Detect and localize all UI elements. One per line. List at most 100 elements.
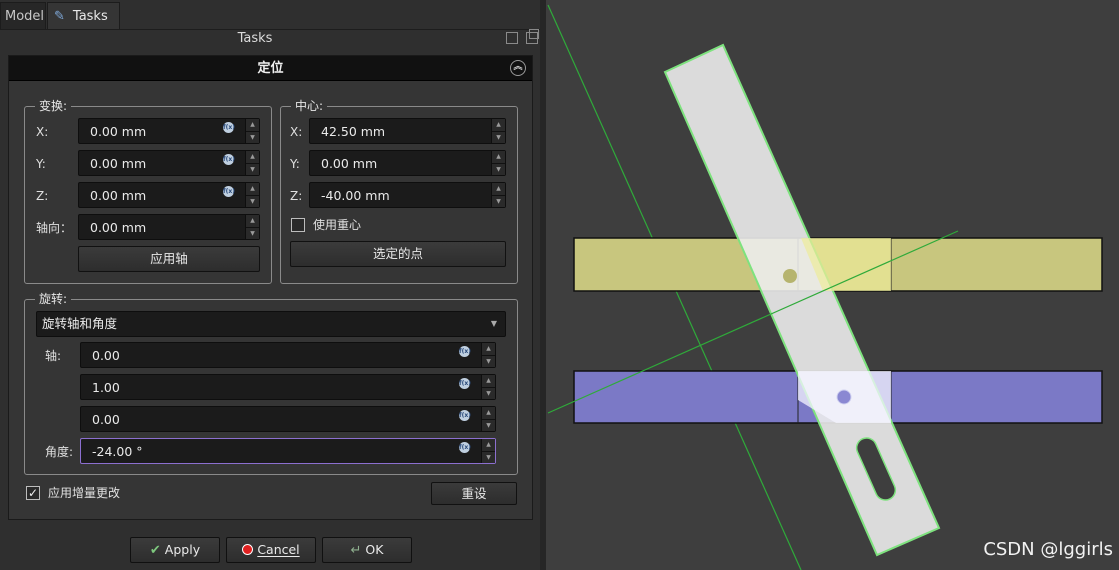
spin-up-icon[interactable]: ▲ <box>492 183 505 195</box>
apply-button-label: Apply <box>164 542 201 557</box>
spin-down-icon[interactable]: ▼ <box>492 195 505 207</box>
translation-z-label: Z: <box>36 189 49 203</box>
rotation-mode-value: 旋转轴和角度 <box>42 316 118 331</box>
center-marker <box>783 269 797 283</box>
expression-icon[interactable]: f(x) <box>223 122 235 133</box>
spin-up-icon[interactable]: ▲ <box>492 119 505 131</box>
spin-arrows[interactable]: ▲ ▼ <box>491 151 505 175</box>
axial-label: 轴向： <box>36 221 73 235</box>
expression-icon[interactable]: f(x) <box>459 442 471 453</box>
spin-arrows[interactable]: ▲ ▼ <box>481 375 495 399</box>
translation-x-label: X: <box>36 125 49 139</box>
expression-icon[interactable]: f(x) <box>459 346 471 357</box>
spin-arrows[interactable]: ▲ ▼ <box>481 343 495 367</box>
axis-z-input[interactable]: 0.00 f(x) ▲ ▼ <box>80 406 496 432</box>
apply-incremental-checkbox[interactable]: ✓ <box>26 486 40 500</box>
return-arrow-icon: ↵ <box>350 543 362 558</box>
spin-up-icon[interactable]: ▲ <box>482 407 495 419</box>
center-marker <box>836 389 852 405</box>
spin-down-icon[interactable]: ▼ <box>482 419 495 431</box>
window: Model ✎ Tasks Tasks 定位 ︽ 变换: X: 0.00 mm f… <box>0 0 1119 570</box>
translation-y-label: Y: <box>36 157 46 171</box>
stop-icon <box>242 544 254 555</box>
tab-tasks[interactable]: ✎ Tasks <box>47 2 120 29</box>
center-x-input[interactable]: 42.50 mm ▲ ▼ <box>309 118 506 144</box>
dialog-title: 定位 <box>257 61 284 76</box>
apply-button[interactable]: ✔ Apply <box>130 537 220 563</box>
spin-arrows[interactable]: ▲ ▼ <box>491 183 505 207</box>
spin-arrows[interactable]: ▲ ▼ <box>491 119 505 143</box>
translation-group-title: 变换: <box>35 99 72 113</box>
apply-incremental-label: 应用增量更改 <box>48 486 121 500</box>
tab-model[interactable]: Model <box>0 2 46 29</box>
spin-down-icon[interactable]: ▼ <box>482 355 495 367</box>
translation-z-input[interactable]: 0.00 mm f(x) ▲ ▼ <box>78 182 260 208</box>
float-panel-button[interactable] <box>506 32 518 44</box>
expression-icon[interactable]: f(x) <box>459 410 471 421</box>
angle-label: 角度: <box>45 445 74 459</box>
spin-up-icon[interactable]: ▲ <box>482 343 495 355</box>
spin-arrows[interactable]: ▲ ▼ <box>245 215 259 239</box>
axis-y-input[interactable]: 1.00 f(x) ▲ ▼ <box>80 374 496 400</box>
chevron-down-icon: ▼ <box>490 319 497 328</box>
center-x-label: X: <box>290 125 303 139</box>
spin-arrows[interactable]: ▲ ▼ <box>245 119 259 143</box>
rotation-group: 旋转: 旋转轴和角度 ▼ 轴: 0.00 f(x) ▲ ▼ 1.00 f(x) ▲… <box>24 292 518 475</box>
center-z-value: -40.00 mm <box>321 188 390 203</box>
ok-button[interactable]: ↵ OK <box>322 537 412 563</box>
spin-up-icon[interactable]: ▲ <box>246 215 259 227</box>
translation-y-input[interactable]: 0.00 mm f(x) ▲ ▼ <box>78 150 260 176</box>
translation-x-value: 0.00 mm <box>90 124 147 139</box>
checkmark-icon: ✔ <box>149 543 161 558</box>
selected-points-button[interactable]: 选定的点 <box>290 241 506 267</box>
scene-svg <box>547 4 1103 570</box>
axial-value: 0.00 mm <box>90 220 147 235</box>
undock-panel-button[interactable] <box>526 29 539 44</box>
collapse-icon[interactable]: ︽ <box>510 60 526 76</box>
center-y-input[interactable]: 0.00 mm ▲ ▼ <box>309 150 506 176</box>
use-center-of-mass-checkbox[interactable] <box>291 218 305 232</box>
spin-down-icon[interactable]: ▼ <box>482 451 495 463</box>
spin-arrows[interactable]: ▲ ▼ <box>481 439 495 463</box>
spin-arrows[interactable]: ▲ ▼ <box>245 183 259 207</box>
apply-axial-button[interactable]: 应用轴 <box>78 246 260 272</box>
axis-z-value: 0.00 <box>92 412 120 427</box>
3d-viewport[interactable]: CSDN @lggirls <box>546 0 1119 570</box>
translation-group: 变换: X: 0.00 mm f(x) ▲ ▼ Y: 0.00 mm f(x) ▲… <box>24 99 272 284</box>
spin-down-icon[interactable]: ▼ <box>482 387 495 399</box>
pencil-icon: ✎ <box>54 9 65 24</box>
spin-arrows[interactable]: ▲ ▼ <box>245 151 259 175</box>
watermark-text: CSDN @lggirls <box>983 539 1113 560</box>
spin-up-icon[interactable]: ▲ <box>246 119 259 131</box>
spin-arrows[interactable]: ▲ ▼ <box>481 407 495 431</box>
spin-down-icon[interactable]: ▼ <box>492 163 505 175</box>
cancel-button-label: Cancel <box>257 542 300 557</box>
translation-z-value: 0.00 mm <box>90 188 147 203</box>
expression-icon[interactable]: f(x) <box>459 378 471 389</box>
spin-down-icon[interactable]: ▼ <box>246 195 259 207</box>
axis-x-input[interactable]: 0.00 f(x) ▲ ▼ <box>80 342 496 368</box>
spin-up-icon[interactable]: ▲ <box>492 151 505 163</box>
dialog-header: 定位 ︽ <box>9 56 532 81</box>
translation-x-input[interactable]: 0.00 mm f(x) ▲ ▼ <box>78 118 260 144</box>
angle-input[interactable]: -24.00 ° f(x) ▲ ▼ <box>80 438 496 464</box>
spin-up-icon[interactable]: ▲ <box>246 151 259 163</box>
spin-down-icon[interactable]: ▼ <box>246 227 259 239</box>
tab-tasks-label: Tasks <box>72 9 108 24</box>
expression-icon[interactable]: f(x) <box>223 186 235 197</box>
spin-down-icon[interactable]: ▼ <box>492 131 505 143</box>
spin-down-icon[interactable]: ▼ <box>246 131 259 143</box>
spin-up-icon[interactable]: ▲ <box>482 439 495 451</box>
expression-icon[interactable]: f(x) <box>223 154 235 165</box>
center-z-input[interactable]: -40.00 mm ▲ ▼ <box>309 182 506 208</box>
axial-input[interactable]: 0.00 mm ▲ ▼ <box>78 214 260 240</box>
spin-up-icon[interactable]: ▲ <box>246 183 259 195</box>
center-x-value: 42.50 mm <box>321 124 386 139</box>
spin-down-icon[interactable]: ▼ <box>246 163 259 175</box>
use-center-of-mass-label: 使用重心 <box>313 218 362 232</box>
reset-button[interactable]: 重设 <box>431 482 517 505</box>
rotation-mode-select[interactable]: 旋转轴和角度 ▼ <box>36 311 506 337</box>
cancel-button[interactable]: Cancel <box>226 537 316 563</box>
spin-up-icon[interactable]: ▲ <box>482 375 495 387</box>
center-y-label: Y: <box>290 157 300 171</box>
